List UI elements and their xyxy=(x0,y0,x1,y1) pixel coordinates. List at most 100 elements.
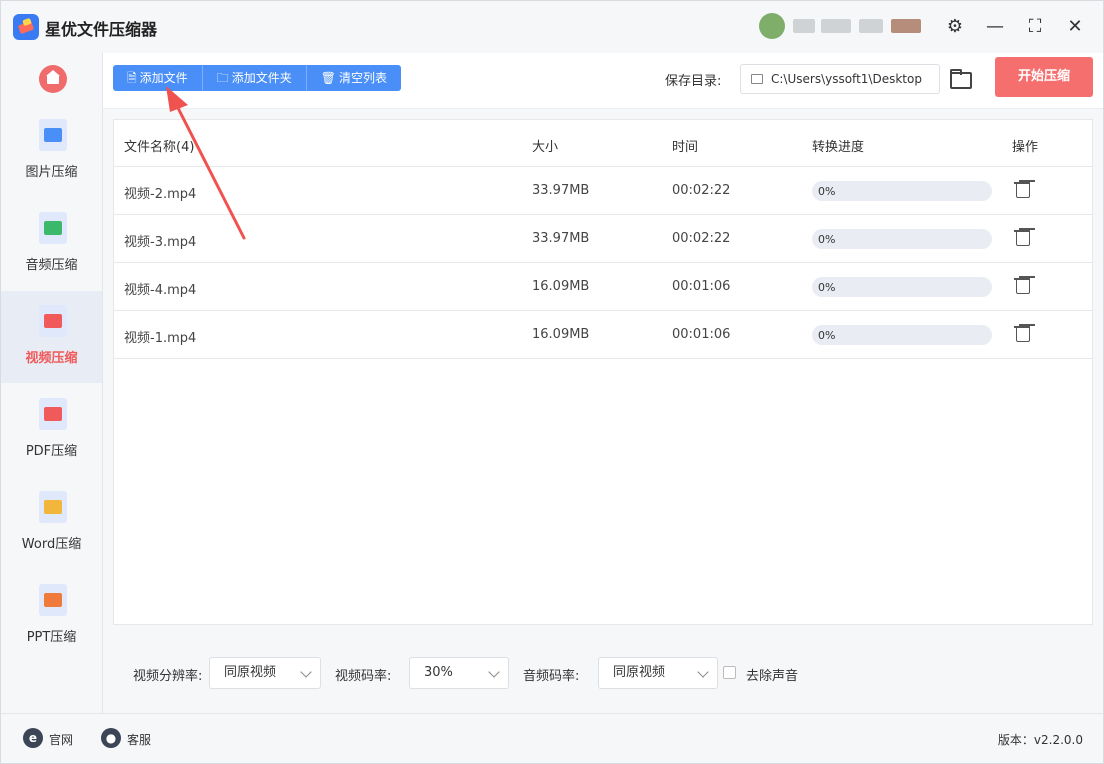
pdf-icon xyxy=(39,398,67,430)
file-size: 16.09MB xyxy=(532,327,590,342)
delete-icon[interactable] xyxy=(1014,324,1030,342)
start-compress-button[interactable]: 开始压缩 xyxy=(995,57,1093,97)
save-dir-input[interactable]: C:\Users\yssoft1\Desktop xyxy=(740,64,940,94)
settings-icon[interactable]: ⚙ xyxy=(943,15,967,39)
sidebar-item-video[interactable]: 视频压缩 xyxy=(1,291,102,383)
audio-bitrate-label: 音频码率: xyxy=(523,669,580,684)
ppt-icon-glyph xyxy=(44,593,62,607)
music-icon xyxy=(39,212,67,244)
bitrate-label: 视频码率: xyxy=(335,669,392,684)
blurred-username xyxy=(821,19,851,33)
compression-settings: 视频分辨率: 同原视频 视频码率: 30% 音频码率: 同原视频 去除声音 xyxy=(103,635,1103,713)
blurred-username xyxy=(793,19,815,33)
table-header: 文件名称(4) 大小 时间 转换进度 操作 xyxy=(114,120,1092,167)
progress-text: 0% xyxy=(818,185,836,198)
sidebar-item-label: PDF压缩 xyxy=(25,444,78,459)
delete-icon[interactable] xyxy=(1014,228,1030,246)
video-icon xyxy=(39,305,67,337)
file-duration: 00:02:22 xyxy=(672,183,731,198)
file-name: 视频-3.mp4 xyxy=(124,235,197,250)
file-duration: 00:02:22 xyxy=(672,231,731,246)
column-action: 操作 xyxy=(1012,140,1039,155)
file-button-group: 🗎 添加文件 🗀 添加文件夹 🗑 清空列表 xyxy=(113,65,401,91)
chevron-down-icon xyxy=(488,666,500,678)
progress-bar: 0% xyxy=(812,229,992,249)
account-area[interactable] xyxy=(759,13,921,39)
folder-icon xyxy=(751,74,763,84)
progress-bar: 0% xyxy=(812,181,992,201)
sidebar-item-pdf[interactable]: PDF压缩 xyxy=(1,384,102,476)
column-name: 文件名称(4) xyxy=(124,140,195,155)
ie-icon[interactable]: e xyxy=(23,728,43,748)
column-size: 大小 xyxy=(532,140,559,155)
app-logo-icon xyxy=(13,14,39,40)
clear-list-button[interactable]: 🗑 清空列表 xyxy=(307,65,401,91)
table-row[interactable]: 视频-1.mp4 16.09MB 00:01:06 0% xyxy=(114,311,1092,359)
file-table: 文件名称(4) 大小 时间 转换进度 操作 视频-2.mp4 33.97MB 00:… xyxy=(113,119,1093,625)
progress-text: 0% xyxy=(818,281,836,294)
table-row[interactable]: 视频-2.mp4 33.97MB 00:02:22 0% xyxy=(114,167,1092,215)
minimize-button[interactable]: — xyxy=(983,15,1007,39)
browse-folder-icon[interactable] xyxy=(949,67,972,89)
sidebar-item-image[interactable]: 图片压缩 xyxy=(1,105,102,197)
trash-icon: 🗑 xyxy=(320,71,336,85)
blurred-username xyxy=(891,19,921,33)
bitrate-select[interactable]: 30% xyxy=(409,657,509,689)
sidebar-item-label: 图片压缩 xyxy=(25,165,78,180)
app-title: 星优文件压缩器 xyxy=(45,20,158,39)
table-row[interactable]: 视频-3.mp4 33.97MB 00:02:22 0% xyxy=(114,215,1092,263)
blurred-username xyxy=(859,19,883,33)
table-row[interactable]: 视频-4.mp4 16.09MB 00:01:06 0% xyxy=(114,263,1092,311)
progress-bar: 0% xyxy=(812,325,992,345)
mute-label[interactable]: 去除声音 xyxy=(746,665,798,684)
sidebar-item-label: Word压缩 xyxy=(21,537,82,552)
support-link[interactable]: 客服 xyxy=(127,731,151,748)
avatar[interactable] xyxy=(759,13,785,39)
save-dir-label: 保存目录: xyxy=(665,74,722,89)
file-size: 33.97MB xyxy=(532,231,590,246)
pdf-icon-glyph xyxy=(44,407,62,421)
add-folder-button[interactable]: 🗀 添加文件夹 xyxy=(203,65,307,91)
word-icon xyxy=(39,491,67,523)
sidebar: 图片压缩音频压缩视频压缩 PDF压缩 Word压缩 PPT压缩 xyxy=(1,53,103,713)
chevron-down-icon xyxy=(300,666,312,678)
mute-checkbox[interactable] xyxy=(723,666,736,679)
sidebar-item-label: 音频压缩 xyxy=(25,258,78,273)
file-name: 视频-2.mp4 xyxy=(124,187,197,202)
maximize-button[interactable]: ⛶ xyxy=(1023,15,1047,39)
progress-text: 0% xyxy=(818,329,836,342)
image-icon xyxy=(39,119,67,151)
column-time: 时间 xyxy=(672,140,699,155)
music-icon-glyph xyxy=(44,221,62,235)
sidebar-item-word[interactable]: Word压缩 xyxy=(1,477,102,569)
toolbar: 🗎 添加文件 🗀 添加文件夹 🗑 清空列表 保存目录: C:\Users\yssoft… xyxy=(103,53,1103,109)
chevron-down-icon xyxy=(697,666,709,678)
column-progress: 转换进度 xyxy=(812,140,865,155)
sidebar-item-label: PPT压缩 xyxy=(26,630,77,645)
file-name: 视频-1.mp4 xyxy=(124,331,197,346)
file-name: 视频-4.mp4 xyxy=(124,283,197,298)
version-label: 版本：v2.2.0.0 xyxy=(997,733,1083,747)
word-icon-glyph xyxy=(44,500,62,514)
sidebar-item-music[interactable]: 音频压缩 xyxy=(1,198,102,290)
file-icon: 🗎 xyxy=(127,71,137,85)
progress-text: 0% xyxy=(818,233,836,246)
ppt-icon xyxy=(39,584,67,616)
folder-icon: 🗀 xyxy=(216,71,229,85)
resolution-label: 视频分辨率: xyxy=(133,669,203,684)
add-file-button[interactable]: 🗎 添加文件 xyxy=(113,65,203,91)
audio-bitrate-select[interactable]: 同原视频 xyxy=(598,657,718,689)
footer: e 官网 ● 客服 版本：v2.2.0.0 xyxy=(1,713,1103,763)
home-icon[interactable] xyxy=(39,65,67,93)
delete-icon[interactable] xyxy=(1014,180,1030,198)
sidebar-item-ppt[interactable]: PPT压缩 xyxy=(1,570,102,662)
image-icon-glyph xyxy=(44,128,62,142)
title-bar: 星优文件压缩器 ⚙ — ⛶ ✕ xyxy=(1,1,1103,53)
delete-icon[interactable] xyxy=(1014,276,1030,294)
sidebar-item-label: 视频压缩 xyxy=(25,351,78,366)
resolution-select[interactable]: 同原视频 xyxy=(209,657,321,689)
close-button[interactable]: ✕ xyxy=(1063,15,1087,39)
website-link[interactable]: 官网 xyxy=(49,731,73,748)
video-icon-glyph xyxy=(44,314,62,328)
chat-icon[interactable]: ● xyxy=(101,728,121,748)
